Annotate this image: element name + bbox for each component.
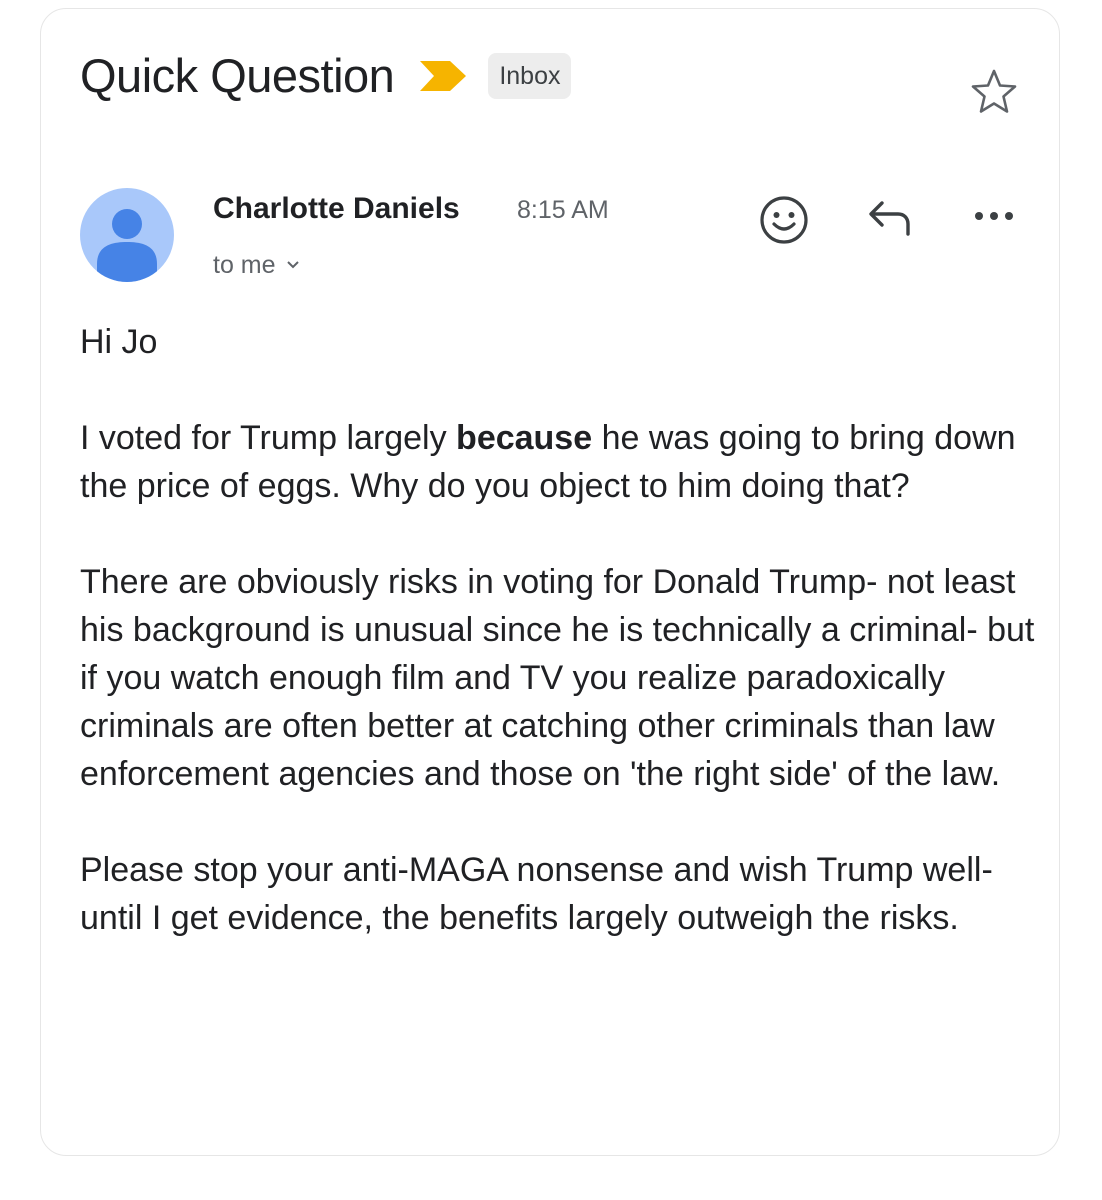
smiley-face-icon[interactable] (758, 194, 810, 246)
email-body: Hi Jo I voted for Trump largely because … (80, 318, 1040, 942)
email-subject: Quick Question (80, 49, 395, 102)
greeting: Hi Jo (80, 323, 158, 361)
emphasized-word: because (456, 419, 593, 457)
importance-marker-icon[interactable] (420, 61, 467, 91)
inbox-label-chip[interactable]: Inbox (488, 53, 572, 99)
body-paragraph-2: There are obviously risks in voting for … (80, 563, 1035, 793)
person-icon (97, 209, 157, 282)
avatar[interactable] (80, 188, 174, 282)
body-paragraph-3: Please stop your anti-MAGA nonsense and … (80, 851, 993, 937)
recipient-toggle[interactable]: to me (213, 248, 300, 282)
star-outline-icon[interactable] (970, 68, 1018, 114)
subject-row: Quick Question Inbox (80, 44, 572, 108)
more-dots-icon[interactable] (970, 206, 1018, 226)
sent-time: 8:15 AM (517, 196, 609, 224)
recipient-label: to me (213, 251, 276, 279)
body-paragraph-1: I voted for Trump largely because he was… (80, 419, 1016, 505)
chevron-down-icon (286, 261, 299, 269)
sender-name[interactable]: Charlotte Daniels (213, 190, 460, 228)
reply-arrow-icon[interactable] (864, 198, 914, 238)
